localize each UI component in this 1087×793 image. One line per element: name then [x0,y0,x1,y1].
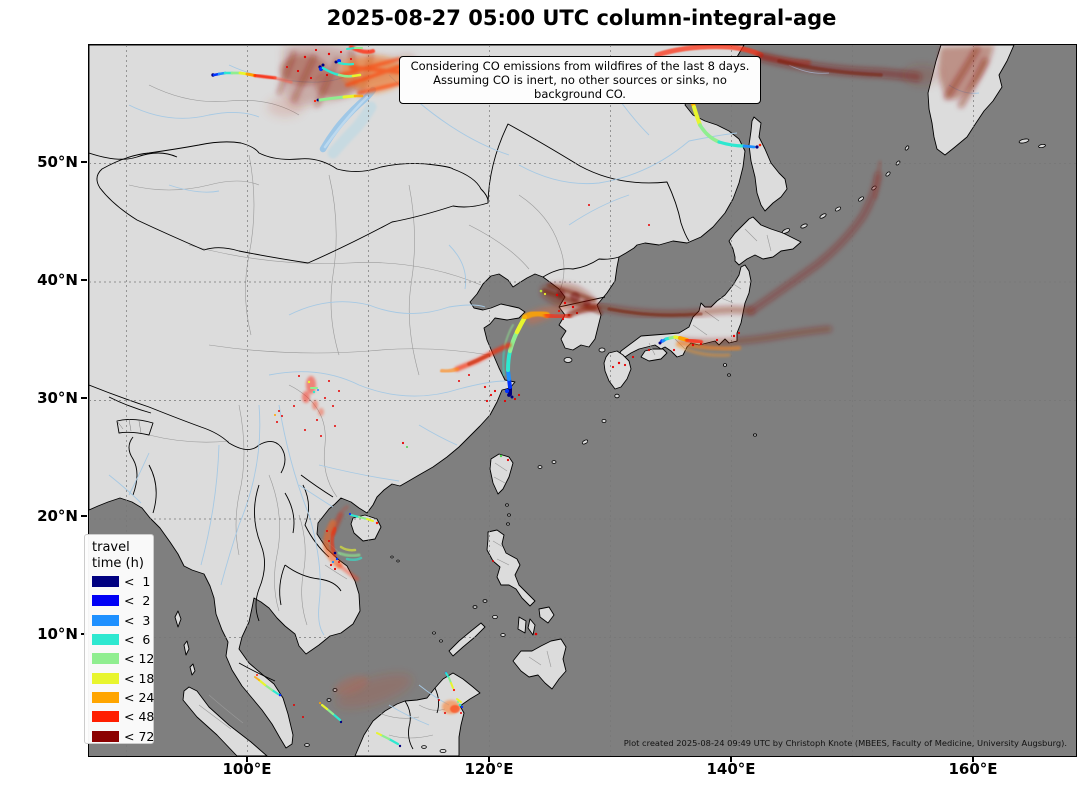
legend-entry: < 2 [92,591,153,610]
ytick-mark [81,161,87,163]
ytick-mark [81,397,87,399]
ytick-mark [81,515,87,517]
ytick-label-20n: 20°N [0,507,78,525]
legend-entry-label: < 6 [124,632,150,647]
legend-entry-label: < 24 [124,690,154,705]
page-title: 2025-08-27 05:00 UTC column-integral-age [88,6,1075,30]
xtick-mark [730,756,732,762]
legend-entry-label: < 72 [124,729,154,744]
legend-entry-label: < 18 [124,671,154,686]
credit-text: Plot created 2025-08-24 09:49 UTC by Chr… [624,738,1067,748]
annotation-line-2: Assuming CO is inert, no other sources o… [404,73,756,101]
legend-entries: < 1 < 2 < 3 < 6 < 12 < 18 < 24 < 48 < 72 [92,572,153,746]
legend-swatch [92,653,119,664]
xtick-label-120e: 120°E [444,760,534,778]
ytick-label-10n: 10°N [0,625,78,643]
legend-swatch [92,634,119,645]
figure: 2025-08-27 05:00 UTC column-integral-age [0,0,1087,793]
travel-time-legend: travel time (h) < 1 < 2 < 3 < 6 < 12 < 18 < 24… [84,534,154,744]
xtick-label-140e: 140°E [686,760,776,778]
ytick-label-30n: 30°N [0,389,78,407]
legend-entry: < 48 [92,707,153,726]
xtick-label-160e: 160°E [928,760,1018,778]
xtick-mark [246,756,248,762]
legend-title-line1: travel [92,540,153,556]
legend-entry: < 3 [92,611,153,630]
legend-swatch [92,615,119,626]
legend-swatch [92,711,119,722]
ytick-label-50n: 50°N [0,153,78,171]
legend-entry-label: < 1 [124,574,150,589]
legend-swatch [92,731,119,742]
ytick-mark [81,279,87,281]
legend-entry-label: < 12 [124,651,154,666]
annotation-box: Considering CO emissions from wildfires … [399,56,761,104]
map-canvas: Plot created 2025-08-24 09:49 UTC by Chr… [89,45,1076,756]
map-plot-area: Plot created 2025-08-24 09:49 UTC by Chr… [88,44,1077,757]
legend-entry-label: < 48 [124,709,154,724]
legend-entry: < 6 [92,630,153,649]
legend-entry: < 24 [92,688,153,707]
legend-swatch [92,673,119,684]
legend-swatch [92,576,119,587]
legend-entry: < 12 [92,649,153,668]
legend-entry: < 72 [92,726,153,745]
ytick-label-40n: 40°N [0,271,78,289]
xtick-mark [488,756,490,762]
legend-title-line2: time (h) [92,556,153,572]
legend-swatch [92,692,119,703]
legend-entry: < 1 [92,572,153,591]
legend-entry: < 18 [92,668,153,687]
annotation-line-1: Considering CO emissions from wildfires … [404,59,756,73]
legend-entry-label: < 2 [124,593,150,608]
legend-swatch [92,595,119,606]
xtick-label-100e: 100°E [202,760,292,778]
xtick-mark [972,756,974,762]
legend-entry-label: < 3 [124,613,150,628]
